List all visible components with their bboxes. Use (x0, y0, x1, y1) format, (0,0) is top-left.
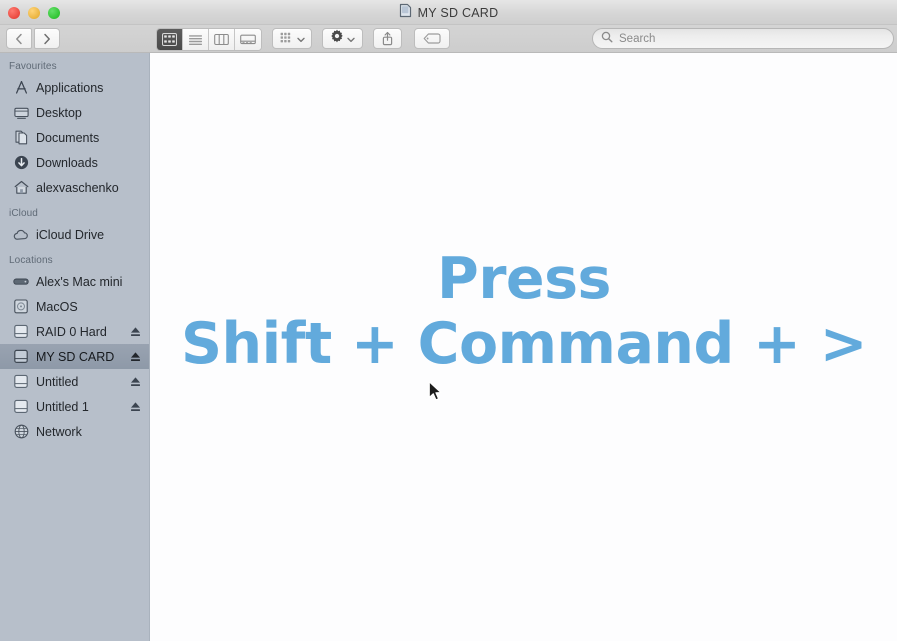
icon-view-button[interactable] (157, 29, 183, 50)
sidebar-item-documents[interactable]: Documents (0, 125, 149, 150)
external-disk-icon (13, 349, 29, 365)
instruction-line-2: Shift + Command + > (181, 311, 868, 377)
instruction-line-1: Press (437, 246, 611, 312)
network-globe-icon (13, 424, 29, 440)
gear-icon (330, 29, 344, 48)
minimize-button[interactable] (28, 7, 40, 19)
forward-button[interactable] (34, 28, 60, 49)
external-disk-icon (13, 324, 29, 340)
maximize-button[interactable] (48, 7, 60, 19)
sidebar-item-desktop[interactable]: Desktop (0, 100, 149, 125)
internal-disk-icon (13, 299, 29, 315)
eject-button[interactable] (129, 401, 141, 413)
chevron-down-icon (296, 30, 305, 48)
sidebar-item-label: Documents (36, 130, 100, 145)
applications-icon (13, 80, 29, 96)
file-list-area[interactable]: Press Shift + Command + > (151, 53, 897, 641)
sidebar-item-label: iCloud Drive (36, 227, 105, 242)
action-menu-button[interactable] (322, 28, 363, 49)
list-view-button[interactable] (183, 29, 209, 50)
external-disk-icon (13, 374, 29, 390)
search-field[interactable]: Search (592, 28, 894, 49)
sidebar-item-label: Downloads (36, 155, 98, 170)
back-button[interactable] (6, 28, 32, 49)
sidebar-item-downloads[interactable]: Downloads (0, 150, 149, 175)
cloud-icon (13, 227, 29, 243)
sidebar-item-label: alexvaschenko (36, 180, 119, 195)
sidebar-item-applications[interactable]: Applications (0, 75, 149, 100)
sidebar-item-icloud-drive[interactable]: iCloud Drive (0, 222, 149, 247)
sidebar-section-icloud-header: iCloud (9, 208, 38, 219)
toolbar: Search (0, 25, 897, 53)
sidebar-section-locations-header: Locations (9, 255, 53, 266)
window-title: MY SD CARD (417, 5, 499, 20)
search-icon (601, 30, 613, 48)
sidebar-item-alexs-mac-mini[interactable]: Alex's Mac mini (0, 269, 149, 294)
sidebar-item-label: MacOS (36, 299, 78, 314)
share-button[interactable] (373, 28, 402, 49)
sidebar-item-untitled-1[interactable]: Untitled 1 (0, 394, 149, 419)
mac-mini-icon (13, 274, 29, 290)
instruction-overlay: Press Shift + Command + > (151, 53, 897, 641)
desktop-icon (13, 105, 29, 121)
sidebar-section-favourites-header: Favourites (9, 61, 57, 72)
edit-tags-button[interactable] (414, 28, 450, 49)
window-title-area: MY SD CARD (0, 0, 897, 25)
sidebar-item-network[interactable]: Network (0, 419, 149, 444)
home-icon (13, 180, 29, 196)
eject-button[interactable] (129, 376, 141, 388)
sidebar-item-label: Alex's Mac mini (36, 274, 123, 289)
sidebar: Favourites Applications Desktop Document… (0, 53, 150, 641)
downloads-icon (13, 155, 29, 171)
sidebar-item-label: Untitled 1 (36, 399, 89, 414)
sd-card-drive-icon (399, 3, 412, 23)
sidebar-item-raid-0-hard[interactable]: RAID 0 Hard (0, 319, 149, 344)
sidebar-item-alexvaschenko[interactable]: alexvaschenko (0, 175, 149, 200)
sidebar-item-label: Untitled (36, 374, 79, 389)
external-disk-icon (13, 399, 29, 415)
column-view-button[interactable] (209, 29, 235, 50)
sidebar-item-my-sd-card[interactable]: MY SD CARD (0, 344, 149, 369)
gallery-view-button[interactable] (235, 29, 261, 50)
documents-icon (13, 130, 29, 146)
sidebar-item-label: Applications (36, 80, 104, 95)
eject-button[interactable] (129, 351, 141, 363)
sidebar-item-label: Desktop (36, 105, 82, 120)
group-items-button[interactable] (272, 28, 312, 49)
sidebar-item-label: Network (36, 424, 82, 439)
view-mode-group (156, 28, 262, 51)
close-button[interactable] (8, 7, 20, 19)
eject-button[interactable] (129, 326, 141, 338)
chevron-down-icon (347, 30, 355, 48)
sidebar-item-macos[interactable]: MacOS (0, 294, 149, 319)
sidebar-item-label: MY SD CARD (36, 349, 115, 364)
titlebar: MY SD CARD (0, 0, 897, 25)
finder-window: MY SD CARD Search Favourites Application… (0, 0, 897, 641)
window-controls (8, 7, 60, 19)
sidebar-item-untitled[interactable]: Untitled (0, 369, 149, 394)
navigation-buttons (6, 28, 60, 49)
sidebar-item-label: RAID 0 Hard (36, 324, 107, 339)
search-input[interactable]: Search (619, 33, 655, 45)
